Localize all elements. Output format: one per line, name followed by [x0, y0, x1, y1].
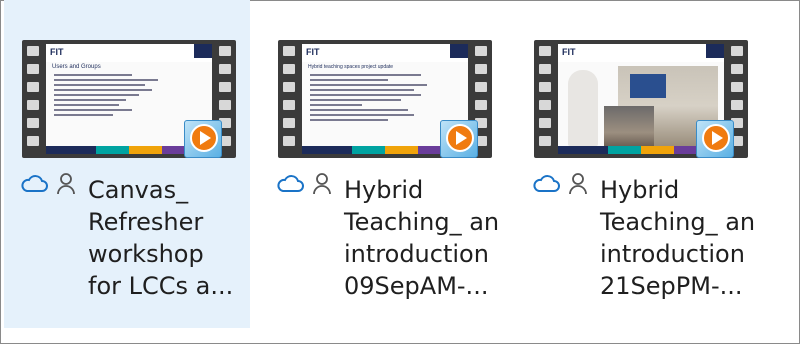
cloud-icon — [533, 175, 560, 192]
person-icon — [313, 173, 331, 195]
file-name: Canvas_ Refresher workshop for LCCs a... — [88, 176, 234, 300]
video-thumbnail: FIT — [534, 40, 748, 158]
person-icon — [57, 173, 75, 195]
cloud-icon — [21, 175, 48, 192]
file-name: Hybrid Teaching_ an introduction 09SepAM… — [344, 176, 500, 300]
file-tile-hybrid-09sep[interactable]: FIT Hybrid teaching spaces project updat… — [260, 0, 512, 328]
slide-title: Hybrid teaching spaces project update — [308, 64, 394, 70]
person-icon — [569, 173, 587, 195]
cloud-icon — [277, 175, 304, 192]
video-thumbnail: FIT Hybrid teaching spaces project updat… — [278, 40, 492, 158]
video-play-icon — [440, 116, 480, 158]
file-name: Hybrid Teaching_ an introduction 21SepPM… — [600, 176, 756, 300]
video-thumbnail: FIT Users and Groups — [22, 40, 236, 158]
file-tile-canvas-refresher[interactable]: FIT Users and Groups Canvas_ Refresher w… — [4, 0, 250, 328]
video-play-icon — [696, 116, 736, 158]
file-tile-hybrid-21sep[interactable]: FIT Hybrid Teaching_ an introduction 21S… — [516, 0, 770, 328]
slide-title: Users and Groups — [52, 64, 101, 70]
video-play-icon — [184, 116, 224, 158]
